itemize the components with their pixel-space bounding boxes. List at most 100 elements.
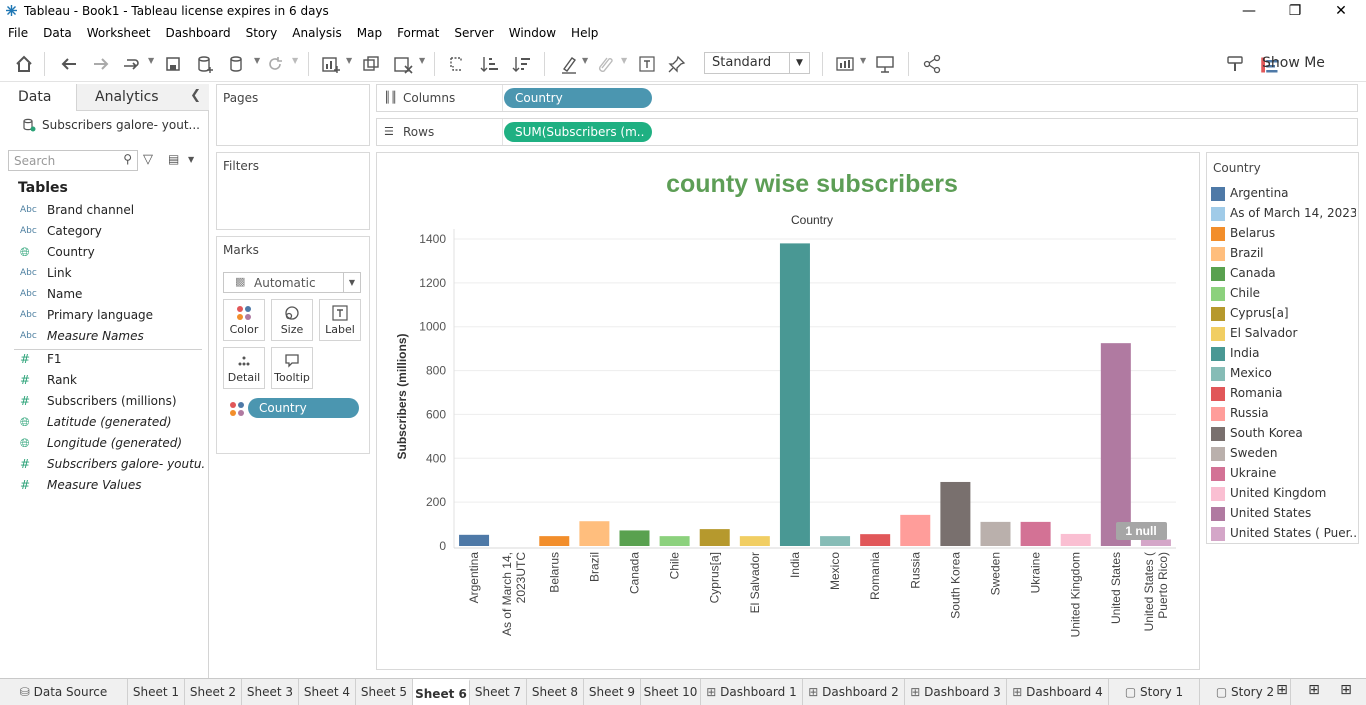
swap-rows-columns-icon[interactable] [446, 54, 468, 74]
legend-item[interactable]: El Salvador [1211, 324, 1359, 344]
show-cards-icon[interactable] [834, 54, 856, 74]
legend-item[interactable]: United States ( Puer... [1211, 524, 1359, 544]
menu-file[interactable]: File [8, 24, 28, 40]
clear-sheet-icon[interactable] [392, 54, 414, 74]
tab-sheet-1[interactable]: Sheet 1 [128, 679, 185, 705]
tab-sheet-4[interactable]: Sheet 4 [299, 679, 356, 705]
field-f1[interactable]: # F1 [0, 351, 208, 371]
legend-item[interactable]: Cyprus[a] [1211, 304, 1359, 324]
field-measure-names[interactable]: Abc Measure Names [0, 328, 208, 348]
tab-sheet-10[interactable]: Sheet 10 [641, 679, 701, 705]
legend-item[interactable]: Canada [1211, 264, 1359, 284]
menu-format[interactable]: Format [397, 24, 439, 40]
legend-item[interactable]: Brazil [1211, 244, 1359, 264]
columns-country-pill[interactable]: Country [504, 88, 652, 108]
legend-item[interactable]: United Kingdom [1211, 484, 1359, 504]
minimize-icon[interactable]: — [1226, 0, 1272, 22]
chevron-down-icon[interactable]: ▼ [292, 56, 298, 65]
view-options-icon[interactable]: ▤ [168, 152, 179, 166]
chevron-down-icon[interactable]: ▼ [148, 56, 154, 65]
legend-item[interactable]: Sweden [1211, 444, 1359, 464]
chevron-down-icon[interactable]: ▼ [621, 56, 627, 65]
legend-item[interactable]: Belarus [1211, 224, 1359, 244]
marks-country-pill[interactable]: Country [248, 398, 359, 418]
tab-sheet-2[interactable]: Sheet 2 [185, 679, 242, 705]
restore-icon[interactable]: ❐ [1272, 0, 1318, 22]
duplicate-icon[interactable] [360, 54, 382, 74]
collapse-pane-icon[interactable]: ❮ [190, 88, 201, 103]
field-record-count[interactable]: # Subscribers galore- youtu... [0, 456, 208, 476]
fit-dropdown[interactable]: Standard ▼ [704, 52, 810, 74]
replay-icon[interactable] [120, 54, 142, 74]
pause-updates-icon[interactable] [226, 54, 248, 74]
new-worksheet-icon[interactable]: ⊞ [1266, 679, 1298, 705]
menu-dashboard[interactable]: Dashboard [165, 24, 230, 40]
tab-sheet-5[interactable]: Sheet 5 [356, 679, 413, 705]
field-subscribers-millions[interactable]: # Subscribers (millions) [0, 393, 208, 413]
legend-item[interactable]: Romania [1211, 384, 1359, 404]
field-category[interactable]: Abc Category [0, 223, 208, 243]
tab-story-1[interactable]: ▢ Story 1 [1109, 679, 1200, 705]
field-longitude[interactable]: 🌐︎ Longitude (generated) [0, 435, 208, 455]
chevron-down-icon[interactable]: ▼ [346, 56, 352, 65]
tab-sheet-7[interactable]: Sheet 7 [470, 679, 527, 705]
new-worksheet-icon[interactable] [320, 54, 342, 74]
menu-map[interactable]: Map [357, 24, 382, 40]
legend-item[interactable]: India [1211, 344, 1359, 364]
new-story-icon[interactable]: ⊞ [1330, 679, 1362, 705]
new-dashboard-icon[interactable]: ⊞ [1298, 679, 1330, 705]
size-button[interactable]: Size [271, 299, 313, 341]
legend-item[interactable]: Russia [1211, 404, 1359, 424]
presentation-mode-icon[interactable] [874, 54, 896, 74]
data-source-name[interactable]: Subscribers galore- yout... [42, 118, 200, 132]
chevron-down-icon[interactable]: ▼ [419, 56, 425, 65]
chevron-down-icon[interactable]: ▼ [343, 273, 360, 292]
share-icon[interactable] [921, 54, 943, 74]
menu-story[interactable]: Story [246, 24, 278, 40]
tooltip-button[interactable]: Tooltip [271, 347, 313, 389]
show-me-button[interactable]: Show Me [1262, 55, 1325, 71]
sort-descending-icon[interactable] [510, 54, 532, 74]
detail-button[interactable]: Detail [223, 347, 265, 389]
new-data-source-icon[interactable] [194, 54, 216, 74]
filter-icon[interactable]: ▽ [143, 152, 153, 167]
legend-item[interactable]: United States [1211, 504, 1359, 524]
chevron-down-icon[interactable]: ▼ [582, 56, 588, 65]
menu-help[interactable]: Help [571, 24, 598, 40]
tab-sheet-6[interactable]: Sheet 6 [413, 679, 470, 705]
tab-dashboard-4[interactable]: ⊞ Dashboard 4 [1007, 679, 1109, 705]
chevron-down-icon[interactable]: ▼ [789, 53, 809, 73]
field-search-input[interactable]: Search ⚲ [8, 150, 138, 171]
highlight-icon[interactable] [558, 54, 580, 74]
tab-dashboard-1[interactable]: ⊞ Dashboard 1 [701, 679, 803, 705]
home-icon[interactable] [13, 54, 35, 74]
menu-worksheet[interactable]: Worksheet [87, 24, 151, 40]
save-icon[interactable] [162, 54, 184, 74]
field-name[interactable]: Abc Name [0, 286, 208, 306]
legend-item[interactable]: Chile [1211, 284, 1359, 304]
tab-analytics[interactable]: Analytics ❮ [76, 84, 209, 111]
field-brand-channel[interactable]: Abc Brand channel [0, 202, 208, 222]
legend-item[interactable]: As of March 14, 2023... [1211, 204, 1359, 224]
chevron-down-icon[interactable]: ▼ [254, 56, 260, 65]
menu-server[interactable]: Server [454, 24, 493, 40]
tab-sheet-8[interactable]: Sheet 8 [527, 679, 584, 705]
tab-sheet-3[interactable]: Sheet 3 [242, 679, 299, 705]
chevron-down-icon[interactable]: ▼ [188, 155, 194, 164]
label-button[interactable]: Label [319, 299, 361, 341]
tab-dashboard-2[interactable]: ⊞ Dashboard 2 [803, 679, 905, 705]
legend-item[interactable]: Ukraine [1211, 464, 1359, 484]
color-button[interactable]: Color [223, 299, 265, 341]
field-measure-values[interactable]: # Measure Values [0, 477, 208, 497]
legend-item[interactable]: Mexico [1211, 364, 1359, 384]
undo-icon[interactable] [58, 54, 80, 74]
tab-data[interactable]: Data [0, 84, 76, 111]
chevron-down-icon[interactable]: ▼ [860, 56, 866, 65]
menu-analysis[interactable]: Analysis [292, 24, 341, 40]
redo-icon[interactable] [90, 54, 112, 74]
menu-window[interactable]: Window [509, 24, 556, 40]
legend-item[interactable]: South Korea [1211, 424, 1359, 444]
field-rank[interactable]: # Rank [0, 372, 208, 392]
pages-card[interactable]: Pages [216, 84, 370, 146]
field-link[interactable]: Abc Link [0, 265, 208, 285]
